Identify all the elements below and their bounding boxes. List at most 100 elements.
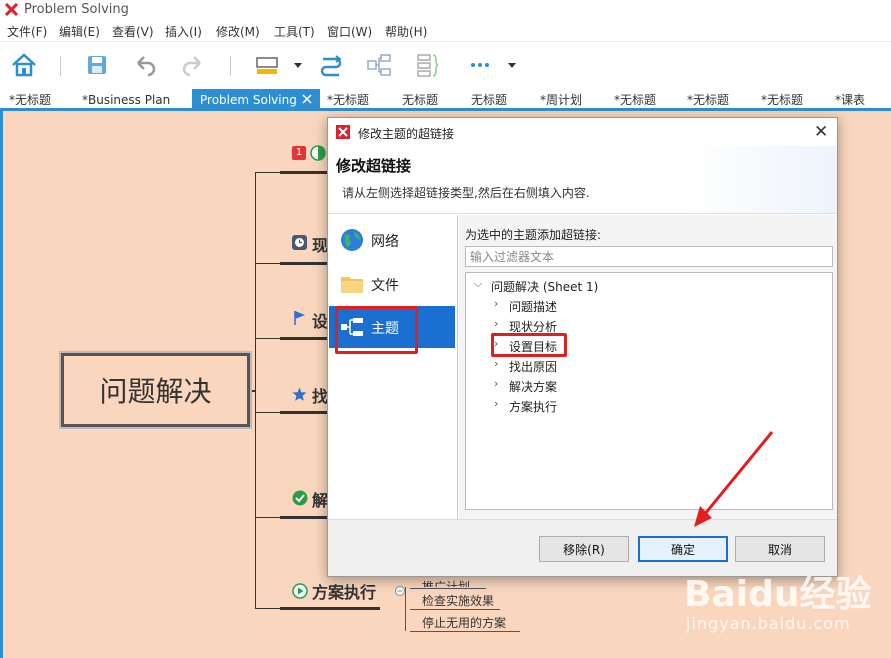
menu-window[interactable]: 窗口(W) [327, 23, 372, 40]
close-icon[interactable]: ✕ [814, 122, 828, 142]
central-topic[interactable]: 问题解决 [59, 351, 252, 429]
link-type-web[interactable]: 网络 [329, 219, 455, 261]
tab[interactable]: *无标题 [327, 89, 369, 111]
chevron-right-icon[interactable]: › [494, 297, 506, 310]
cancel-button[interactable]: 取消 [735, 536, 825, 562]
connector-line [255, 517, 282, 518]
menu-edit[interactable]: 编辑(E) [59, 23, 100, 40]
connector-line [255, 172, 282, 173]
branch-topic[interactable]: 设 [312, 308, 328, 332]
link-type-file[interactable]: 文件 [329, 263, 455, 305]
branch-topic[interactable]: 现 [312, 232, 328, 256]
collapse-icon[interactable] [395, 586, 405, 596]
menu-modify[interactable]: 修改(M) [216, 23, 260, 40]
dialog-titlebar: 修改主题的超链接 ✕ [328, 118, 837, 146]
watermark-url: jingyan.baidu.com [686, 614, 851, 633]
folder-icon [341, 277, 363, 293]
connector-line [255, 338, 282, 339]
title-bar: Problem Solving [0, 0, 891, 21]
play-icon [292, 583, 308, 599]
tree-row-label: 问题描述 [509, 300, 558, 314]
flag-icon [294, 311, 305, 325]
branch-underline [280, 337, 327, 340]
menu-insert[interactable]: 插入(I) [165, 23, 202, 40]
chevron-down-icon[interactable] [507, 62, 517, 70]
branch-topic[interactable]: 找 [312, 383, 328, 407]
chevron-down-icon[interactable]: ⌵ [474, 277, 486, 291]
tab[interactable]: *无标题 [614, 89, 656, 111]
xmind-logo-icon [336, 125, 350, 139]
tree-row-label: 解决方案 [509, 380, 558, 394]
sub-underline [410, 631, 520, 632]
chevron-right-icon[interactable]: › [494, 397, 506, 410]
tab-bar: *无标题 *Business Plan Problem Solving *无标题… [0, 89, 891, 111]
chevron-right-icon[interactable]: › [494, 357, 506, 370]
star-icon [292, 387, 307, 401]
sub-underline [410, 588, 486, 589]
sub-topic[interactable]: 检查实施效果 [422, 592, 494, 609]
menu-file[interactable]: 文件(F) [7, 23, 47, 40]
branch-underline [280, 607, 380, 610]
relationship-icon[interactable] [316, 50, 346, 80]
menu-bar: 文件(F) 编辑(E) 查看(V) 插入(I) 修改(M) 工具(T) 窗口(W… [0, 21, 891, 41]
tab[interactable]: *无标题 [687, 89, 729, 111]
tab[interactable]: 无标题 [471, 89, 507, 111]
home-icon[interactable] [9, 50, 39, 80]
menu-help[interactable]: 帮助(H) [385, 23, 427, 40]
boundary-icon[interactable] [412, 50, 442, 80]
chevron-right-icon[interactable]: › [494, 317, 506, 330]
filter-input[interactable] [465, 246, 833, 267]
menu-tools[interactable]: 工具(T) [274, 23, 315, 40]
watermark-brand: Baidu经验 [684, 574, 872, 615]
ok-button[interactable]: 确定 [638, 536, 728, 562]
arrow-annotation-icon [694, 431, 774, 527]
tab[interactable]: *课表 [835, 89, 865, 111]
link-type-label: 网络 [371, 234, 399, 250]
chevron-down-icon[interactable] [293, 62, 303, 70]
globe-icon [341, 229, 363, 251]
summary-icon[interactable] [364, 50, 394, 80]
tab[interactable]: 无标题 [402, 89, 438, 111]
branch-topic[interactable]: 方案执行 [312, 579, 376, 603]
tree-row-label: 方案执行 [509, 400, 558, 414]
tree-row-label: 找出原因 [509, 360, 558, 374]
link-target-panel: 为选中的主题添加超链接: ⌵ 问题解决 (Sheet 1) › 问题描述 › 现… [459, 215, 837, 519]
watermark-logo: Baidu经验 [684, 565, 871, 617]
priority-marker: 1 [292, 146, 306, 160]
tree-row-label: 问题解决 (Sheet 1) [491, 280, 599, 294]
tab[interactable]: *无标题 [9, 89, 51, 111]
tab-active[interactable]: Problem Solving [192, 89, 320, 111]
remove-button[interactable]: 移除(R) [539, 536, 629, 562]
toolbar-separator [60, 56, 61, 76]
branch-underline [280, 411, 327, 414]
chevron-right-icon[interactable]: › [494, 377, 506, 390]
clock-icon [292, 235, 307, 250]
xmind-logo-icon [5, 3, 18, 16]
connector-line [255, 172, 256, 609]
sub-topic[interactable]: 推广计划 [422, 578, 470, 587]
highlight-box [491, 333, 567, 357]
sub-topic[interactable]: 停止无用的方案 [422, 614, 506, 631]
tab[interactable]: *周计划 [540, 89, 582, 111]
link-type-label: 文件 [371, 278, 399, 294]
dialog-title: 修改主题的超链接 [358, 127, 455, 141]
tab[interactable]: *Business Plan [82, 89, 170, 111]
topic-tree[interactable]: ⌵ 问题解决 (Sheet 1) › 问题描述 › 现状分析 › 设置目标 › … [465, 272, 833, 510]
toolbar-separator [230, 56, 231, 76]
undo-icon[interactable] [130, 50, 160, 80]
branch-underline [280, 262, 327, 265]
topic-style-icon[interactable] [252, 50, 282, 80]
connector-line [255, 263, 282, 264]
branch-underline [280, 171, 327, 174]
redo-icon[interactable] [178, 50, 208, 80]
branch-underline [280, 516, 327, 519]
save-icon[interactable] [82, 50, 112, 80]
more-icon[interactable] [465, 50, 495, 80]
menu-view[interactable]: 查看(V) [112, 23, 154, 40]
branch-topic[interactable]: 解 [312, 487, 328, 511]
tab[interactable]: *无标题 [761, 89, 803, 111]
dialog-heading: 修改超链接 [336, 157, 412, 175]
app-title: Problem Solving [24, 2, 129, 17]
sub-underline [410, 609, 500, 610]
close-icon[interactable] [302, 94, 312, 104]
